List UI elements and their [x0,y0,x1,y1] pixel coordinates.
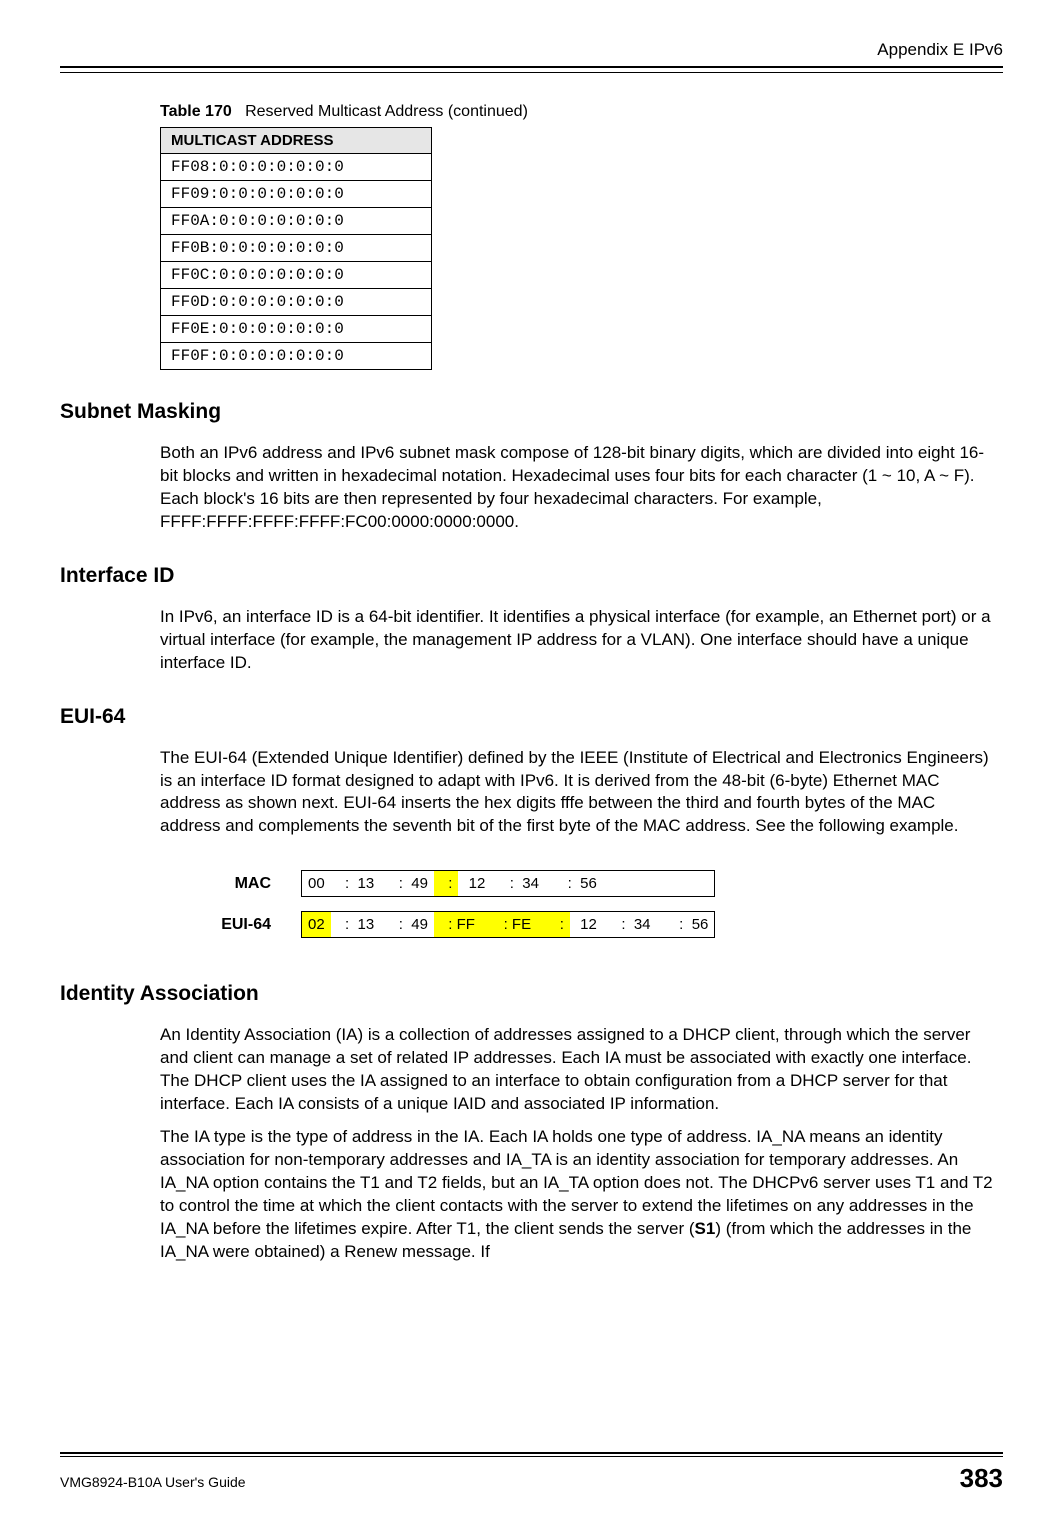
eui64-body: The EUI-64 (Extended Unique Identifier) … [160,747,993,839]
header-rule-thick [60,66,1003,68]
table-row: FF0B:0:0:0:0:0:0:0 [161,235,432,262]
eui64-row: 02 : 13 : 49 : FF : FE : 12 : 34 : 56 [301,911,715,938]
mac-label: MAC [150,870,301,897]
eui-table: MAC 00 : 13 : 49 : 12 : 34 : 56 EUI-64 0… [150,856,715,952]
identity-association-body1: An Identity Association (IA) is a collec… [160,1024,993,1116]
subnet-masking-body: Both an IPv6 address and IPv6 subnet mas… [160,442,993,534]
cell: : 49 [380,871,434,896]
table-row: FF0F:0:0:0:0:0:0:0 [161,343,432,370]
footer-guide: VMG8924-B10A User's Guide [60,1474,246,1490]
cell: : FF [434,912,481,937]
section-title-subnet-masking: Subnet Masking [60,400,1003,424]
multicast-table: MULTICAST ADDRESS FF08:0:0:0:0:0:0:0FF09… [160,127,432,370]
footer-rule-thin [60,1456,1003,1457]
footer-rule-thick [60,1452,1003,1454]
interface-id-body: In IPv6, an interface ID is a 64-bit ide… [160,606,993,675]
footer-page-number: 383 [960,1463,1003,1494]
mac-row: 00 : 13 : 49 : 12 : 34 : 56 [301,870,715,897]
section-title-identity-association: Identity Association [60,982,1003,1006]
cell: : 34 [603,912,657,937]
multicast-header: MULTICAST ADDRESS [161,128,432,154]
table-caption-label: Table 170 [160,103,232,120]
ia-body2-bold: S1 [695,1219,716,1238]
table-row: FF08:0:0:0:0:0:0:0 [161,154,432,181]
table-row: FF0A:0:0:0:0:0:0:0 [161,208,432,235]
identity-association-body2: The IA type is the type of address in th… [160,1126,993,1264]
cell: 00 [302,871,331,896]
cell: : 13 [331,912,381,937]
section-title-eui64: EUI-64 [60,705,1003,729]
table-row: FF0C:0:0:0:0:0:0:0 [161,262,432,289]
table-row: FF09:0:0:0:0:0:0:0 [161,181,432,208]
cell: : [537,912,570,937]
cell: : 49 [380,912,434,937]
cell: : 56 [657,912,715,937]
footer: VMG8924-B10A User's Guide 383 [60,1452,1003,1494]
table-row: FF0D:0:0:0:0:0:0:0 [161,289,432,316]
cell: 12 [458,871,491,896]
cell: : FE [481,912,537,937]
table-row: FF0E:0:0:0:0:0:0:0 [161,316,432,343]
header-appendix: Appendix E IPv6 [60,40,1003,60]
cell: : 56 [545,871,603,896]
header-rule-thin [60,72,1003,73]
cell: 12 [570,912,603,937]
cell: : 34 [491,871,545,896]
eui64-label: EUI-64 [150,911,301,938]
cell: 02 [302,912,331,937]
table-caption: Table 170 Reserved Multicast Address (co… [160,103,1003,121]
cell: : 13 [331,871,381,896]
table-caption-text: Reserved Multicast Address (continued) [245,103,528,120]
cell: : [434,871,459,896]
section-title-interface-id: Interface ID [60,564,1003,588]
